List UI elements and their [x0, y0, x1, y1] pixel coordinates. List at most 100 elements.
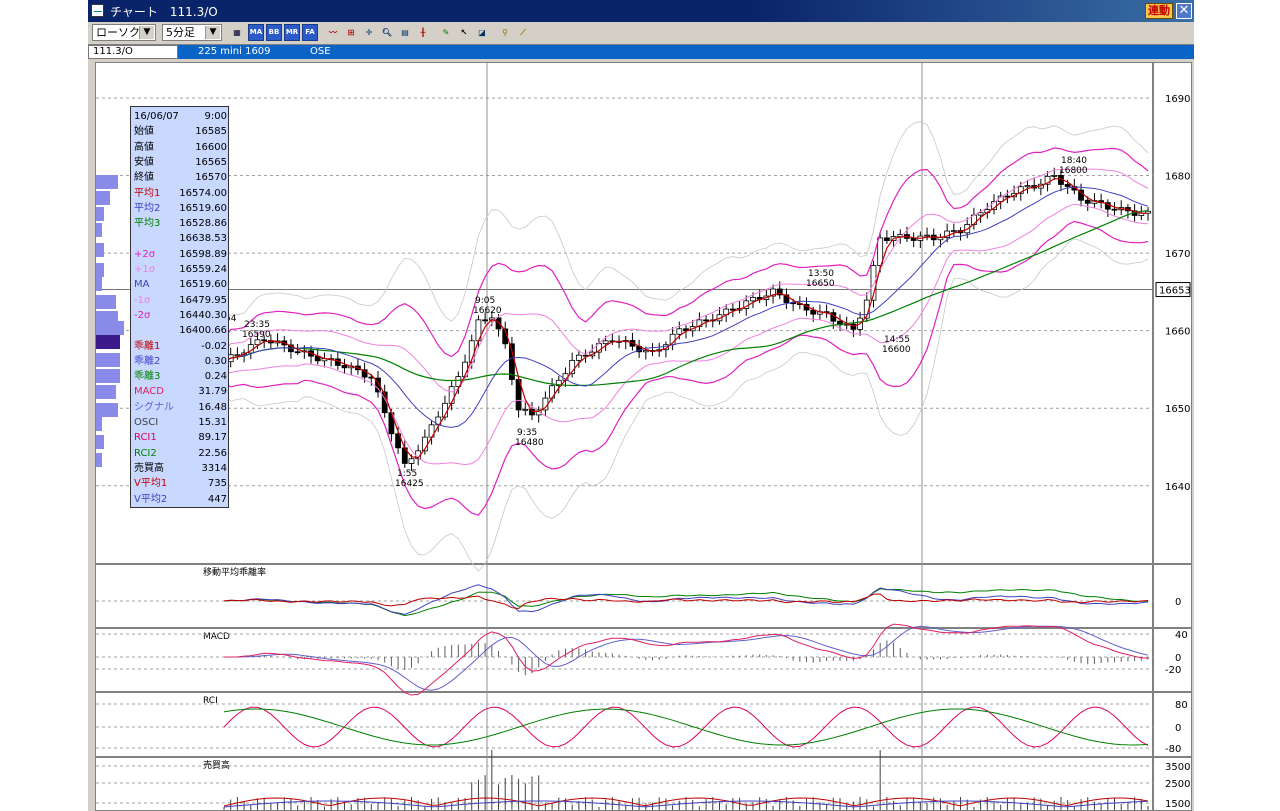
chart-type-value: ローソク — [96, 26, 140, 39]
info-row-value: 31.79 — [198, 386, 227, 398]
price-tick-label: 16700 — [1165, 249, 1191, 260]
candle-body — [1051, 175, 1058, 177]
volume-profile-bar — [96, 385, 116, 399]
ma3-line — [223, 210, 1149, 387]
macd-line — [224, 623, 1149, 696]
info-row-label: V平均2 — [134, 493, 168, 505]
panel-separator — [96, 563, 1191, 565]
volume-profile-bar — [96, 207, 104, 221]
info-row-label: 売買高 — [134, 462, 164, 474]
symbol-code[interactable]: 111.3/O — [88, 45, 178, 59]
volume-profile-bar — [96, 277, 102, 291]
volume-profile-bar — [96, 295, 116, 309]
volume-profile-bar — [96, 403, 118, 417]
panel-separator — [96, 756, 1191, 758]
chart-canvas[interactable]: 16900 16800 16700 16600 16500 16400 16653 23:35… — [96, 63, 1191, 810]
bb-plus1-line — [223, 168, 1149, 393]
info-row: 16638.53 — [134, 231, 227, 246]
candle-body — [1064, 184, 1071, 187]
chart-settings-icon[interactable]: ▦ — [229, 24, 245, 41]
pen-icon[interactable]: ✎ — [438, 24, 454, 41]
candle-body — [495, 317, 502, 330]
info-row-label: RCI2 — [134, 447, 157, 459]
info-row-label: V平均1 — [134, 478, 168, 490]
line-chart-icon[interactable]: 〰 — [325, 24, 341, 41]
candle-body — [482, 319, 489, 322]
print-icon[interactable]: ▤ — [397, 24, 413, 41]
info-row: MA 16519.60 — [134, 277, 227, 292]
volume-profile-bar — [96, 453, 102, 467]
search-icon[interactable]: ⚲ — [497, 24, 513, 41]
candle-body — [883, 237, 890, 242]
bb-minus3-line — [223, 238, 1149, 572]
info-row-value: 16519.60 — [179, 202, 227, 214]
panel-tick-label: -20 — [1165, 665, 1181, 676]
crosshair-icon[interactable]: ✛ — [361, 24, 377, 41]
candle-body — [1024, 185, 1031, 188]
candle-body — [602, 340, 609, 345]
grid-chart-icon[interactable]: ⊞ — [343, 24, 359, 41]
info-row-label: 平均2 — [134, 202, 161, 214]
volume-profile-bar — [96, 369, 120, 383]
candle-body — [529, 408, 535, 416]
info-row-value: 0.24 — [204, 371, 227, 383]
price-annotation-time: 1:55 — [397, 469, 417, 479]
chevron-down-icon[interactable]: ▼ — [139, 26, 154, 39]
fa-button[interactable]: FA — [302, 24, 318, 41]
info-row: V平均1 735 — [134, 476, 227, 491]
info-row-label: +2σ — [134, 248, 156, 260]
price-tick-label: 16800 — [1165, 172, 1191, 183]
info-row-value: 16440.30 — [179, 309, 227, 321]
candle-body — [703, 319, 709, 322]
candle-body — [1084, 199, 1091, 204]
zoom-icon[interactable]: 🔍︎ — [379, 24, 395, 41]
close-button[interactable]: ✕ — [1176, 3, 1192, 19]
chevron-down-icon[interactable]: ▼ — [205, 26, 220, 39]
candle-body — [341, 365, 348, 369]
title-bar[interactable]: チャート 111.3/O 連動 ✕ — [88, 0, 1194, 22]
info-row-value: 16600 — [195, 141, 227, 153]
ma-button[interactable]: MA — [248, 24, 264, 41]
info-row: 乖離3 0.24 — [134, 369, 227, 384]
candle-body — [1111, 208, 1118, 211]
info-row-label: -1σ — [134, 294, 151, 306]
info-row: -2σ 16440.30 — [134, 308, 227, 323]
candle-body — [977, 212, 984, 216]
chart-type-select[interactable]: ローソク ▼ — [92, 24, 156, 41]
candle-body — [234, 354, 241, 357]
price-tick-label: 16500 — [1165, 404, 1191, 415]
info-row: -1σ 16479.95 — [134, 293, 227, 308]
panel-tick-label: 3500 — [1165, 762, 1190, 773]
info-row: 終値 16570 — [134, 170, 227, 185]
macd-signal-line — [224, 625, 1149, 691]
eraser-icon[interactable]: ◪ — [474, 24, 490, 41]
kairi2-line — [223, 584, 1149, 615]
pointer-icon[interactable]: ↖ — [456, 24, 472, 41]
candle-icon[interactable]: ╫ — [415, 24, 431, 41]
link-toggle-button[interactable]: 連動 — [1145, 3, 1173, 19]
info-row-value: 15.31 — [198, 417, 227, 428]
price-annotation-value: 16620 — [473, 306, 502, 316]
chart-area[interactable]: 16900 16800 16700 16600 16500 16400 16653 23:35… — [95, 62, 1192, 811]
info-row: MACD 31.79 — [134, 384, 227, 399]
mr-button[interactable]: MR — [284, 24, 300, 41]
info-row-label: 乖離1 — [134, 340, 161, 352]
price-annotation-value: 16600 — [882, 345, 911, 355]
panel-tick-label: 80 — [1175, 700, 1188, 711]
info-row-value: 16528.86 — [179, 218, 227, 230]
interval-value: 5分足 — [166, 26, 195, 39]
draw-line-icon[interactable]: ⟋ — [515, 24, 531, 41]
info-row: 始値 16585 — [134, 124, 227, 139]
candle-body — [522, 408, 529, 411]
bb-button[interactable]: BB — [266, 24, 282, 41]
price-annotation-time: 9:35 — [517, 428, 537, 438]
interval-select[interactable]: 5分足 ▼ — [162, 24, 222, 41]
info-row-label: 乖離3 — [134, 371, 161, 383]
info-row-value: 735 — [207, 478, 227, 490]
panel-tick-label: 2500 — [1165, 779, 1190, 790]
info-row-label: 終値 — [134, 172, 154, 184]
info-row-label: 乖離2 — [134, 355, 161, 367]
info-row-label: RCI1 — [134, 432, 157, 444]
info-row: 安値 16565 — [134, 155, 227, 170]
candle-body — [294, 351, 301, 354]
